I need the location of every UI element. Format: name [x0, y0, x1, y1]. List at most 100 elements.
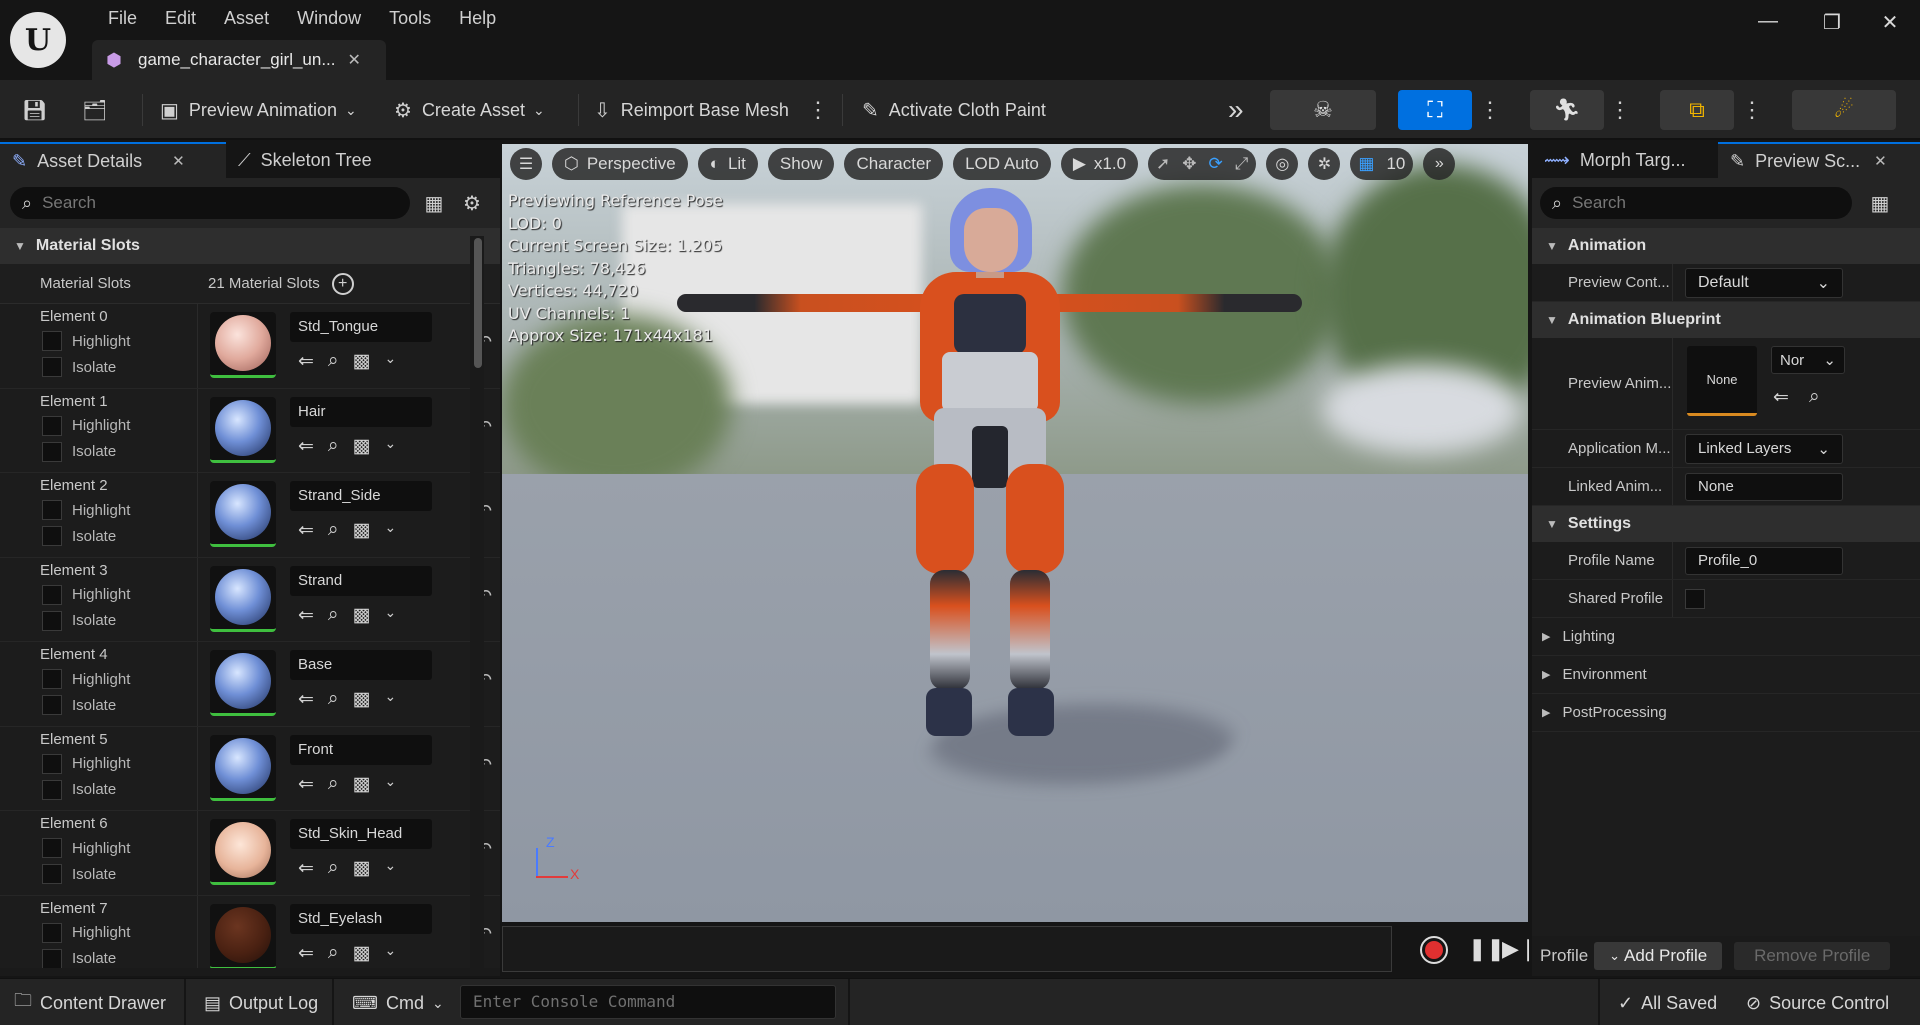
animation-mode-options-icon[interactable]: ⋮ — [1609, 90, 1631, 130]
close-icon[interactable]: ✕ — [1874, 152, 1887, 170]
menu-help[interactable]: Help — [445, 6, 510, 31]
highlight-checkbox[interactable] — [42, 838, 62, 858]
pause-icon[interactable]: ❚❚ — [1468, 936, 1505, 962]
lod-button[interactable]: LOD Auto — [953, 148, 1051, 180]
document-tab[interactable]: ⬢ game_character_girl_un... ✕ — [92, 40, 386, 80]
application-mode-dropdown[interactable]: Linked Layers ⌄ — [1685, 433, 1843, 464]
use-selected-icon[interactable]: ⇐ — [1773, 386, 1789, 409]
material-name-field[interactable]: Front — [290, 734, 432, 765]
grid-snap-value[interactable]: 10 — [1386, 154, 1405, 174]
translate-icon[interactable]: ✥ — [1182, 154, 1196, 174]
profile-name-field[interactable]: Profile_0 — [1685, 546, 1843, 575]
playback-speed-button[interactable]: ▶ x1.0 — [1060, 148, 1139, 180]
all-saved-indicator[interactable]: ✓ All Saved — [1618, 987, 1717, 1019]
browse-asset-icon[interactable]: ⌕ — [328, 350, 339, 373]
cmd-dropdown[interactable]: ⌨︎ Cmd ⌄ — [352, 987, 444, 1019]
animation-section-header[interactable]: ▼ Animation — [1532, 228, 1920, 264]
isolate-checkbox[interactable] — [42, 526, 62, 546]
preview-animation-button[interactable]: ▣ Preview Animation ⌄ — [160, 90, 357, 130]
menu-asset[interactable]: Asset — [210, 6, 283, 31]
tab-morph-targets[interactable]: ⟿ Morph Targ... — [1532, 142, 1718, 178]
tab-skeleton-tree[interactable]: ⟋ Skeleton Tree — [226, 142, 384, 178]
postprocessing-section[interactable]: ▶ PostProcessing — [1532, 694, 1920, 732]
preview-controller-dropdown[interactable]: Default ⌄ — [1685, 267, 1843, 298]
tab-asset-details[interactable]: ✎ Asset Details ✕ — [0, 142, 226, 178]
console-command-input[interactable]: Enter Console Command — [460, 985, 836, 1019]
unreal-logo[interactable]: U — [10, 12, 66, 68]
viewport-menu-icon[interactable]: ☰ — [510, 148, 542, 180]
reimport-options-icon[interactable]: ⋮ — [807, 90, 829, 130]
highlight-checkbox[interactable] — [42, 669, 62, 689]
create-asset-button[interactable]: ⚙︎ Create Asset ⌄ — [394, 90, 545, 130]
material-thumbnail[interactable] — [210, 903, 276, 968]
use-selected-icon[interactable]: ⇐ — [298, 604, 314, 627]
material-picker-icon[interactable]: ▩ — [353, 773, 371, 796]
use-selected-icon[interactable]: ⇐ — [298, 688, 314, 711]
timeline-scrubber[interactable] — [502, 926, 1392, 972]
material-picker-icon[interactable]: ▩ — [353, 942, 371, 965]
preview-anim-dropdown[interactable]: Nor ⌄ — [1771, 346, 1845, 374]
menu-window[interactable]: Window — [283, 6, 375, 31]
browse-asset-icon[interactable]: ⌕ — [1809, 386, 1820, 408]
isolate-checkbox[interactable] — [42, 864, 62, 884]
preview-search-input[interactable]: ⌕ Search — [1540, 187, 1852, 219]
material-picker-icon[interactable]: ▩ — [353, 350, 371, 373]
scale-icon[interactable]: ⤢ — [1235, 154, 1249, 174]
material-picker-icon[interactable]: ▩ — [353, 435, 371, 458]
isolate-checkbox[interactable] — [42, 610, 62, 631]
chevron-down-icon[interactable]: ⌄ — [385, 688, 397, 711]
environment-section[interactable]: ▶ Environment — [1532, 656, 1920, 694]
material-name-field[interactable]: Std_Eyelash — [290, 903, 432, 934]
material-thumbnail[interactable] — [210, 734, 276, 801]
material-name-field[interactable]: Base — [290, 650, 432, 680]
browse-asset-icon[interactable]: ⌕ — [328, 519, 339, 542]
mesh-mode-button[interactable]: ⛶ — [1398, 90, 1472, 130]
material-thumbnail[interactable] — [210, 819, 276, 885]
left-panel-scroll-thumb[interactable] — [474, 238, 482, 368]
source-control-button[interactable]: ⊘ Source Control — [1746, 987, 1889, 1019]
highlight-checkbox[interactable] — [42, 584, 62, 605]
material-name-field[interactable]: Std_Skin_Head — [290, 819, 432, 849]
animation-blueprint-section-header[interactable]: ▼ Animation Blueprint — [1532, 302, 1920, 338]
preview-viewport[interactable]: ☰ ⬡ Perspective ◐ Lit Show Character LOD A… — [502, 144, 1528, 922]
use-selected-icon[interactable]: ⇐ — [298, 942, 314, 965]
record-button[interactable] — [1420, 936, 1448, 964]
chevron-down-icon[interactable]: ⌄ — [385, 773, 397, 796]
save-button[interactable]: 💾︎ — [22, 90, 57, 130]
browse-asset-icon[interactable]: ⌕ — [328, 942, 339, 965]
rotate-icon[interactable]: ⟳ — [1209, 154, 1223, 174]
close-window-button[interactable]: ✕ — [1868, 10, 1912, 35]
tab-preview-scene[interactable]: ✎ Preview Sc... ✕ — [1718, 142, 1920, 178]
material-slots-section-header[interactable]: ▼ Material Slots — [0, 228, 500, 264]
isolate-checkbox[interactable] — [42, 779, 62, 800]
use-selected-icon[interactable]: ⇐ — [298, 773, 314, 796]
chevron-down-icon[interactable]: ⌄ — [385, 519, 397, 542]
material-name-field[interactable]: Strand — [290, 565, 432, 596]
animation-mode-button[interactable]: 🏃︎ — [1530, 90, 1604, 130]
chevron-down-icon[interactable]: ⌄ — [385, 435, 397, 458]
use-selected-icon[interactable]: ⇐ — [298, 435, 314, 458]
perspective-button[interactable]: ⬡ Perspective — [552, 148, 688, 180]
browse-asset-icon[interactable]: ⌕ — [328, 857, 339, 880]
skeleton-mode-button[interactable]: ☠︎ — [1270, 90, 1376, 130]
restore-button[interactable]: ❐ — [1810, 10, 1854, 35]
toolbar-overflow-button[interactable]: » — [1228, 90, 1244, 130]
material-picker-icon[interactable]: ▩ — [353, 604, 371, 627]
activate-cloth-paint-button[interactable]: ✎ Activate Cloth Paint — [862, 90, 1046, 130]
output-log-button[interactable]: ▤ Output Log — [204, 987, 318, 1019]
material-picker-icon[interactable]: ▩ — [353, 519, 371, 542]
close-icon[interactable]: ✕ — [348, 50, 361, 70]
viewport-overflow-icon[interactable]: » — [1423, 148, 1456, 180]
remove-profile-button[interactable]: Remove Profile — [1734, 942, 1891, 970]
browse-asset-icon[interactable]: ⌕ — [328, 435, 339, 458]
chevron-down-icon[interactable]: ⌄ — [385, 857, 397, 880]
lit-button[interactable]: ◐ Lit — [697, 148, 758, 180]
isolate-checkbox[interactable] — [42, 441, 62, 462]
material-picker-icon[interactable]: ▩ — [353, 688, 371, 711]
chevron-down-icon[interactable]: ⌄ — [385, 942, 397, 965]
isolate-checkbox[interactable] — [42, 948, 62, 968]
highlight-checkbox[interactable] — [42, 415, 62, 436]
material-thumbnail[interactable] — [210, 312, 276, 378]
isolate-checkbox[interactable] — [42, 357, 62, 377]
material-thumbnail[interactable] — [210, 650, 276, 716]
